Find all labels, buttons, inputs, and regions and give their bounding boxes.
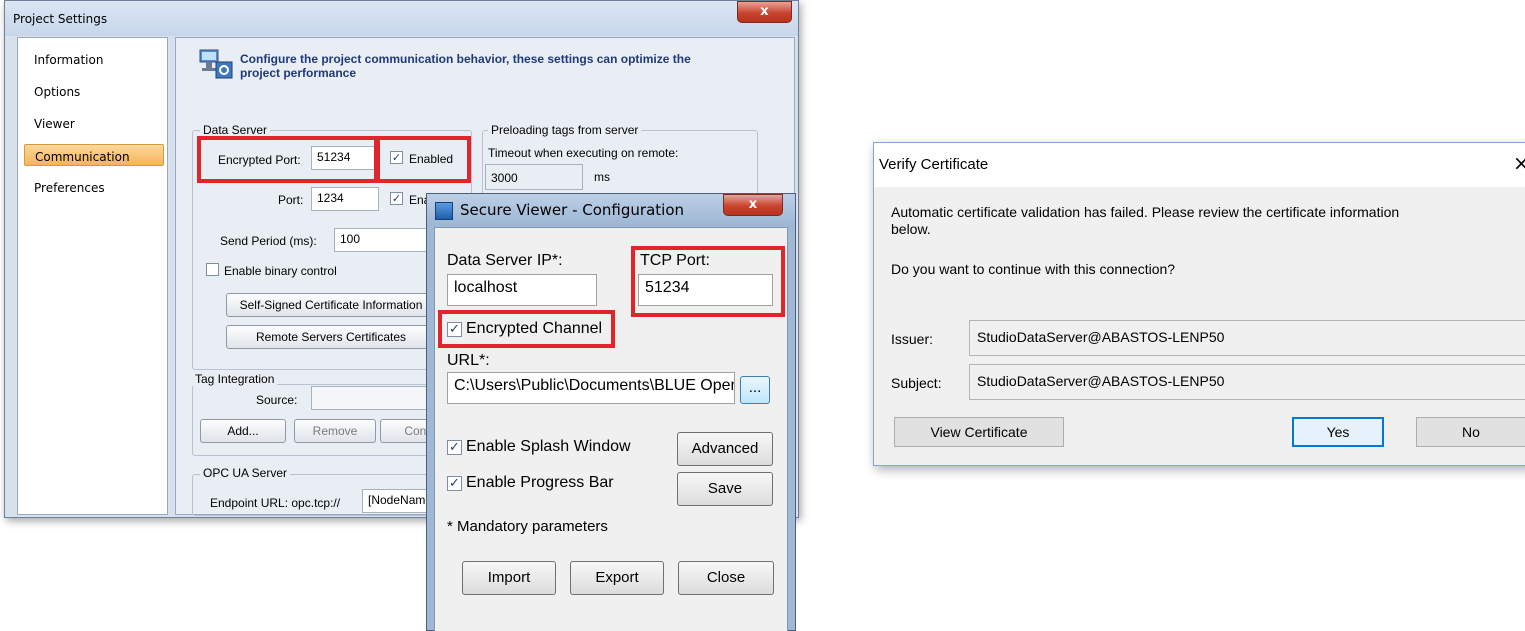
endpoint-url-label: Endpoint URL: opc.tcp://	[210, 496, 341, 510]
data-server-group-label: Data Server	[200, 123, 271, 137]
validation-message-line2: below.	[891, 221, 931, 237]
tag-integration-group-label: Tag Integration	[192, 372, 278, 386]
mandatory-note: * Mandatory parameters	[447, 518, 608, 535]
opc-ua-group-label: OPC UA Server	[200, 466, 291, 480]
data-server-ip-label: Data Server IP*:	[447, 252, 563, 269]
self-signed-certificate-button[interactable]: Self-Signed Certificate Information	[226, 293, 436, 317]
header-description-line1: Configure the project communication beha…	[240, 52, 691, 66]
secure-viewer-title: Secure Viewer - Configuration	[460, 201, 685, 219]
close-icon[interactable]: x	[723, 194, 783, 216]
port-enabled-checkbox[interactable]: ✓	[390, 192, 403, 205]
project-settings-titlebar[interactable]: Project Settings x	[5, 1, 798, 36]
send-period-label: Send Period (ms):	[220, 234, 317, 248]
source-label: Source:	[256, 393, 298, 407]
browse-button[interactable]: ...	[740, 376, 770, 404]
continue-question: Do you want to continue with this connec…	[891, 261, 1176, 277]
no-button[interactable]: No	[1416, 417, 1525, 447]
app-icon	[435, 202, 453, 220]
settings-nav: Information Options Viewer Communication…	[17, 37, 168, 515]
add-button[interactable]: Add...	[200, 419, 286, 443]
validation-message-line1: Automatic certificate validation has fai…	[891, 204, 1400, 220]
port-label: Port:	[278, 193, 304, 207]
close-icon[interactable]: ×	[1513, 151, 1525, 175]
verify-certificate-titlebar[interactable]: Verify Certificate ×	[874, 143, 1525, 187]
export-button[interactable]: Export	[570, 561, 664, 595]
timeout-unit-label: ms	[594, 170, 610, 184]
save-button[interactable]: Save	[677, 472, 773, 506]
import-button[interactable]: Import	[462, 561, 556, 595]
timeout-input[interactable]: 3000	[485, 164, 583, 190]
verify-certificate-dialog: Verify Certificate × Automatic certifica…	[873, 142, 1525, 466]
progress-bar-checkbox[interactable]: ✓	[447, 476, 462, 491]
verify-certificate-title: Verify Certificate	[879, 156, 989, 173]
timeout-label: Timeout when executing on remote:	[488, 146, 679, 160]
highlight-encrypted-port	[197, 136, 378, 183]
view-certificate-button[interactable]: View Certificate	[894, 417, 1064, 447]
secure-viewer-titlebar[interactable]: Secure Viewer - Configuration x	[427, 194, 795, 226]
binary-control-label: Enable binary control	[224, 264, 337, 278]
yes-button[interactable]: Yes	[1292, 417, 1384, 447]
header-description-line2: project performance	[240, 66, 357, 80]
url-label: URL*:	[447, 352, 490, 369]
subject-label: Subject:	[891, 375, 942, 391]
splash-window-checkbox[interactable]: ✓	[447, 440, 462, 455]
close-icon[interactable]: x	[737, 1, 792, 23]
preloading-group-label: Preloading tags from server	[488, 123, 642, 137]
project-settings-title: Project Settings	[13, 12, 108, 26]
url-input[interactable]: C:\Users\Public\Documents\BLUE Open	[447, 372, 735, 404]
highlight-encrypted-channel	[438, 310, 615, 348]
highlight-tcp-port	[631, 246, 785, 317]
nav-item-information[interactable]: Information	[24, 48, 164, 70]
nav-item-preferences[interactable]: Preferences	[24, 176, 164, 198]
advanced-button[interactable]: Advanced	[677, 432, 773, 466]
data-server-ip-input[interactable]: localhost	[447, 274, 597, 306]
port-input[interactable]: 1234	[311, 187, 379, 211]
issuer-field[interactable]: StudioDataServer@ABASTOS-LENP50	[969, 320, 1525, 356]
issuer-label: Issuer:	[891, 331, 934, 347]
validation-message: Automatic certificate validation has fai…	[891, 204, 1399, 238]
splash-window-label: Enable Splash Window	[466, 438, 631, 455]
send-period-input[interactable]: 100	[334, 228, 434, 252]
close-button[interactable]: Close	[678, 561, 774, 595]
binary-control-checkbox[interactable]	[206, 263, 219, 276]
remove-button[interactable]: Remove	[294, 419, 376, 443]
progress-bar-label: Enable Progress Bar	[466, 474, 614, 491]
nav-item-options[interactable]: Options	[24, 80, 164, 102]
subject-field[interactable]: StudioDataServer@ABASTOS-LENP50	[969, 364, 1525, 400]
network-settings-icon	[198, 48, 234, 80]
nav-item-communication[interactable]: Communication	[24, 144, 164, 166]
highlight-encrypted-enabled	[376, 136, 471, 183]
nav-item-viewer[interactable]: Viewer	[24, 112, 164, 134]
remote-servers-certificates-button[interactable]: Remote Servers Certificates	[226, 325, 436, 349]
